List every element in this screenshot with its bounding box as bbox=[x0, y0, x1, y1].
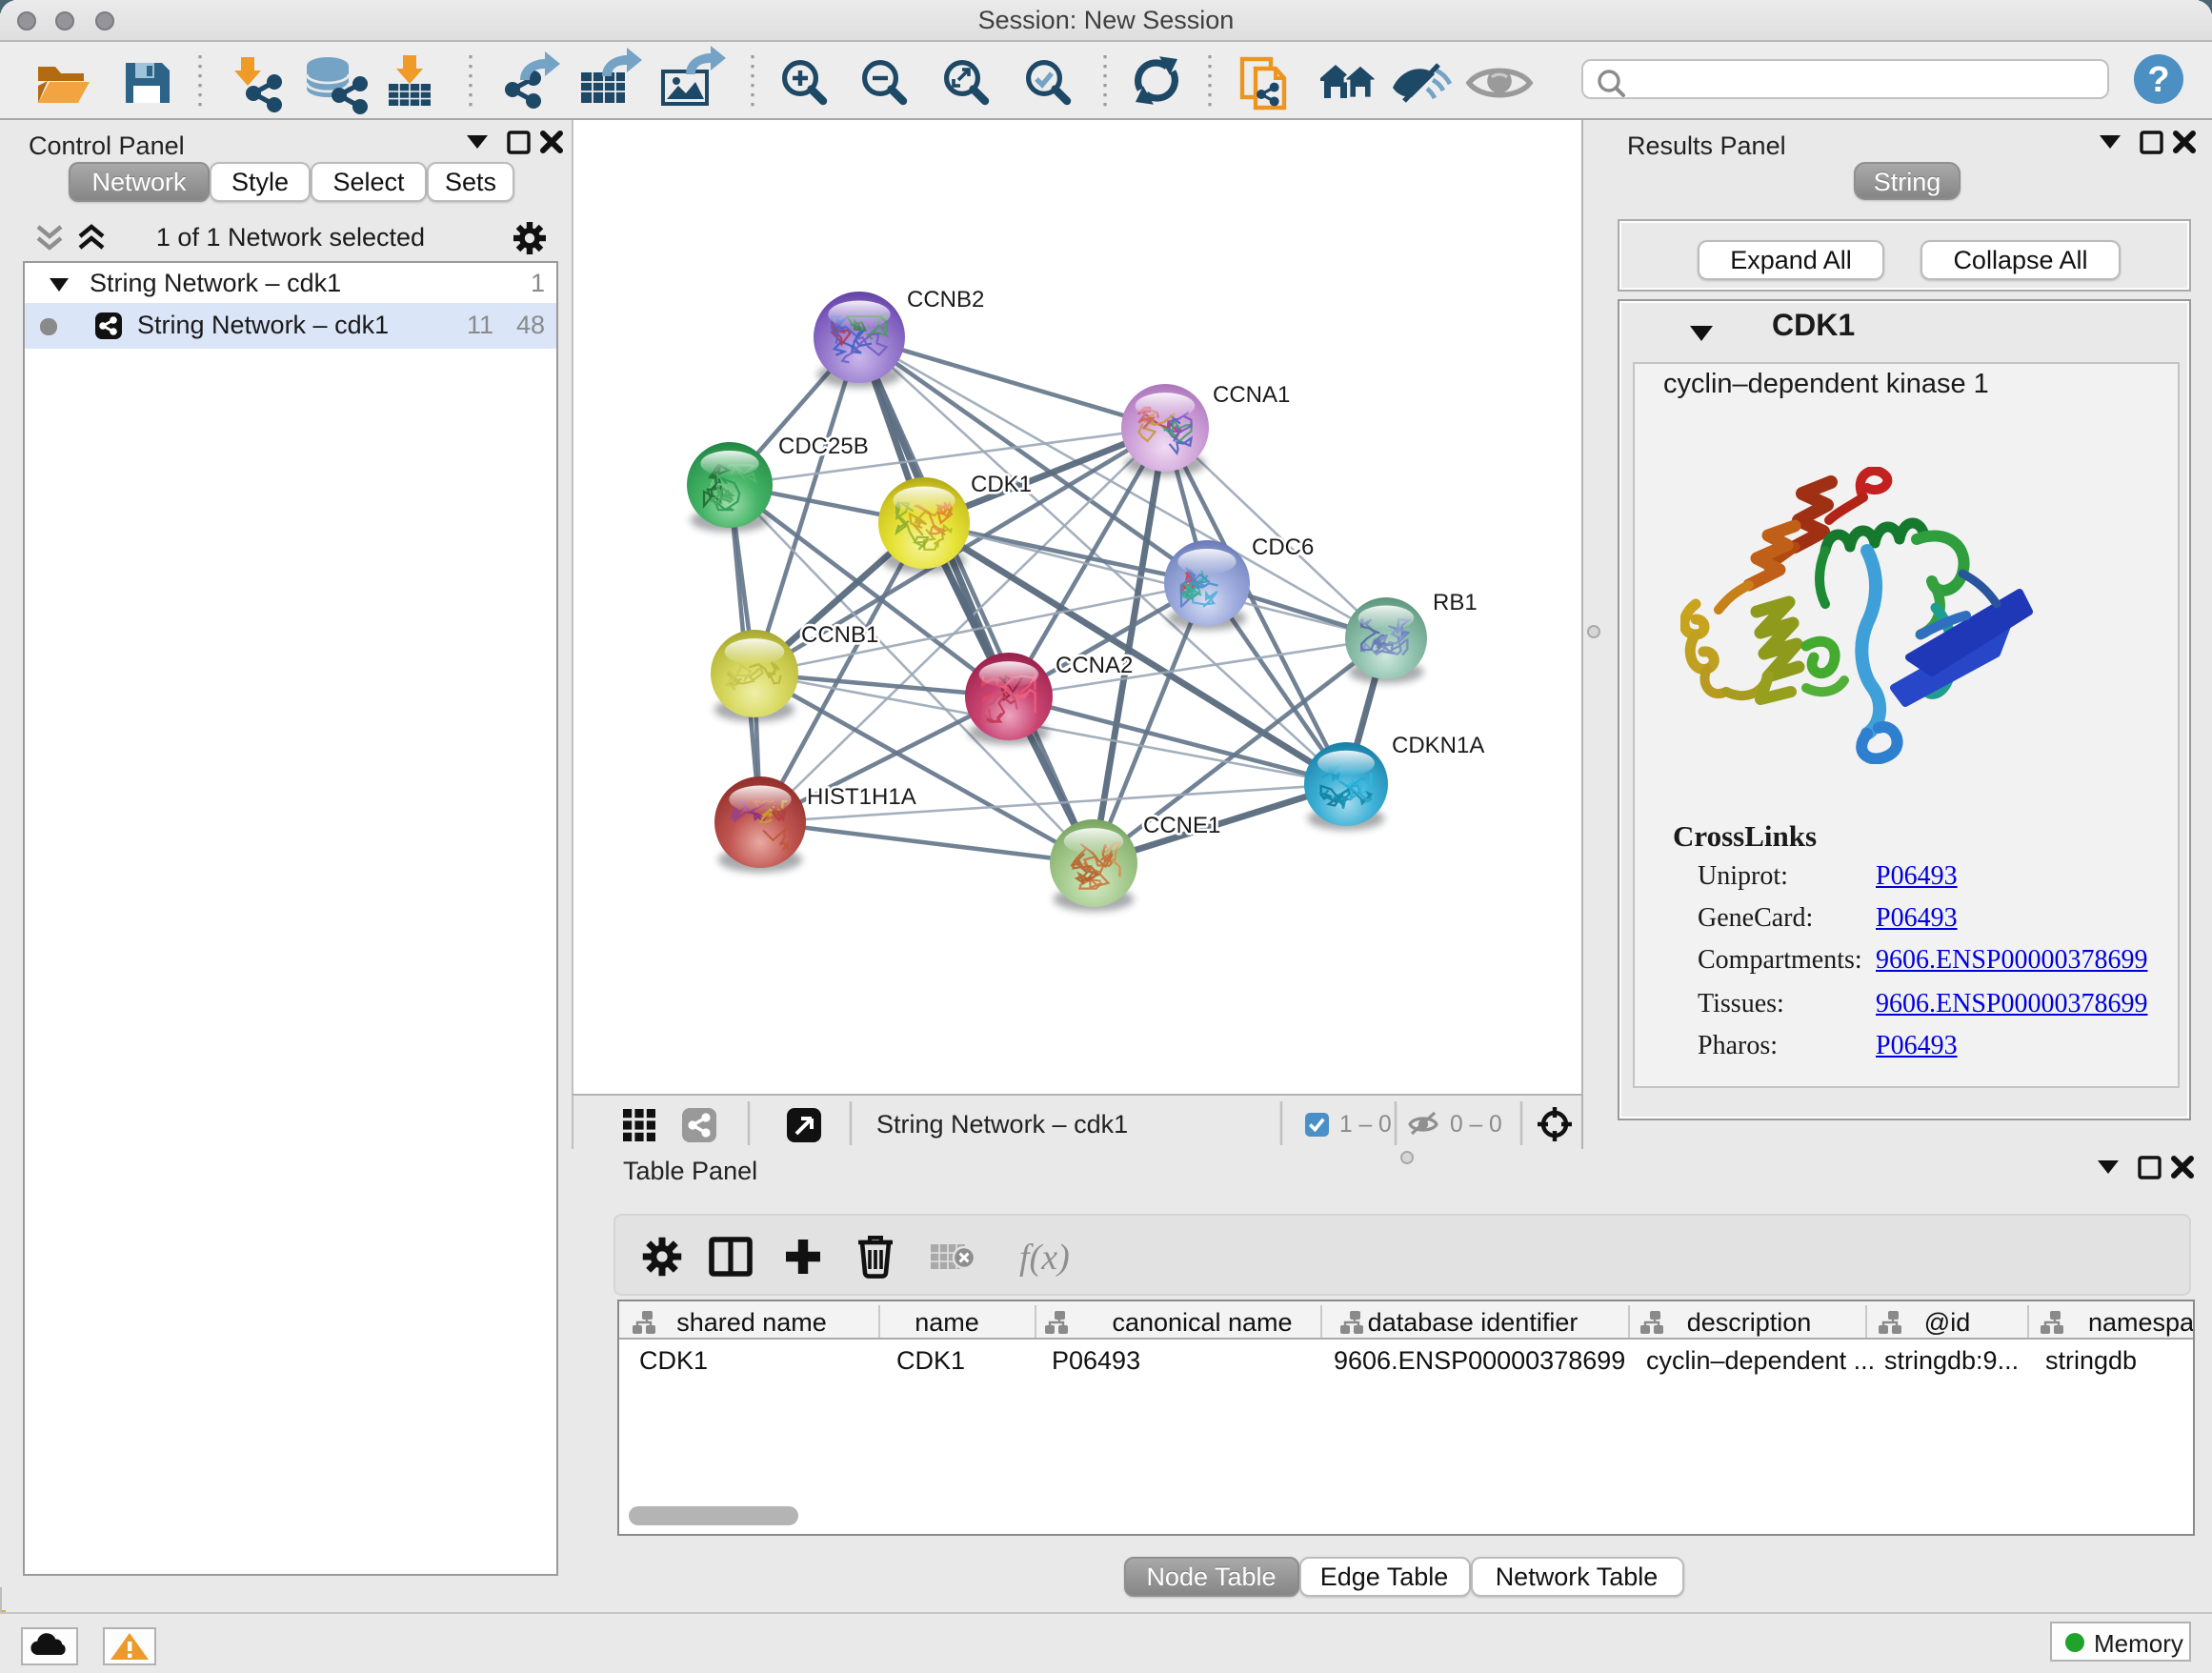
svg-text:1 – 0: 1 – 0 bbox=[1339, 1112, 1392, 1138]
svg-text:CCNB2: CCNB2 bbox=[907, 287, 984, 312]
svg-text:namespace: namespace bbox=[2088, 1307, 2195, 1336]
svg-text:CDK1: CDK1 bbox=[639, 1345, 708, 1374]
svg-text:CCNA2: CCNA2 bbox=[1056, 653, 1133, 678]
svg-text:String Network – cdk1: String Network – cdk1 bbox=[876, 1110, 1128, 1139]
svg-text:CCNE1: CCNE1 bbox=[1143, 813, 1220, 838]
svg-text:description: description bbox=[1687, 1307, 1812, 1336]
svg-text:?: ? bbox=[2147, 60, 2169, 100]
svg-text:P06493: P06493 bbox=[1052, 1345, 1140, 1374]
svg-text:f(x): f(x) bbox=[1018, 1237, 1069, 1277]
svg-text:@id: @id bbox=[1924, 1307, 1970, 1336]
svg-text:database identifier: database identifier bbox=[1368, 1307, 1579, 1336]
svg-text:canonical name: canonical name bbox=[1112, 1307, 1292, 1336]
svg-text:CCNB1: CCNB1 bbox=[801, 622, 878, 648]
svg-text:RB1: RB1 bbox=[1433, 590, 1478, 615]
svg-text:CDK1: CDK1 bbox=[896, 1345, 965, 1374]
svg-text:name: name bbox=[915, 1307, 979, 1336]
svg-text:CDK1: CDK1 bbox=[971, 472, 1032, 497]
svg-text:shared name: shared name bbox=[676, 1307, 827, 1336]
svg-text:9606.ENSP00000378699: 9606.ENSP00000378699 bbox=[1334, 1345, 1625, 1374]
svg-text:cyclin–dependent ...: cyclin–dependent ... bbox=[1646, 1345, 1875, 1374]
svg-text:0 – 0: 0 – 0 bbox=[1450, 1112, 1502, 1138]
svg-text:CDC6: CDC6 bbox=[1252, 534, 1314, 560]
svg-text:stringdb:9...: stringdb:9... bbox=[1884, 1345, 2019, 1374]
svg-text:CCNA1: CCNA1 bbox=[1213, 382, 1290, 408]
svg-text:CDKN1A: CDKN1A bbox=[1392, 733, 1484, 758]
svg-text:CDC25B: CDC25B bbox=[778, 433, 869, 459]
svg-text:HIST1H1A: HIST1H1A bbox=[807, 784, 916, 810]
svg-text:stringdb: stringdb bbox=[2045, 1345, 2137, 1374]
